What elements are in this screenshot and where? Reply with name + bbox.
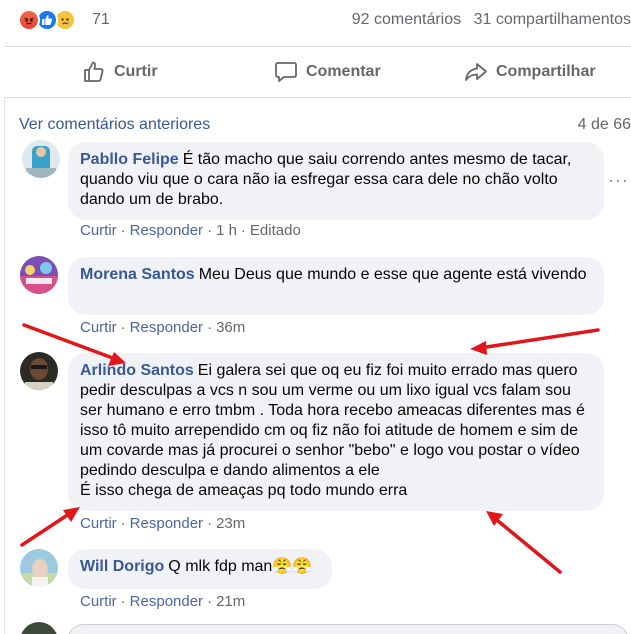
thumbs-up-icon: [84, 61, 104, 82]
comment-like-link[interactable]: Curtir: [80, 515, 117, 532]
separator: ·: [207, 222, 213, 239]
comment-meta: Curtir · Responder · 21m: [80, 593, 245, 610]
comment-like-link[interactable]: Curtir: [80, 319, 117, 336]
comment-reply-link[interactable]: Responder: [130, 515, 203, 532]
comment-like-link[interactable]: Curtir: [80, 222, 117, 239]
avatar[interactable]: [22, 140, 60, 178]
avatar[interactable]: [20, 256, 58, 294]
comment-text-continued: É isso chega de ameaças pq todo mundo er…: [80, 482, 408, 499]
comment-meta: Curtir · Responder · 23m: [80, 515, 245, 532]
current-user-avatar[interactable]: [20, 622, 58, 634]
comment-bubble: Pabllo Felipe É tão macho que saiu corren…: [68, 142, 604, 220]
more-options-icon[interactable]: ···: [608, 170, 629, 191]
red-arrow-icon: [20, 507, 80, 547]
comment-time[interactable]: 1 h: [216, 222, 237, 239]
comment-edited-label[interactable]: Editado: [250, 222, 301, 239]
comment-author[interactable]: Arlindo Santos: [80, 362, 194, 379]
comment-time[interactable]: 23m: [216, 515, 245, 532]
comment-button-label: Comentar: [306, 63, 381, 80]
comment-reply-link[interactable]: Responder: [130, 593, 203, 610]
comment-reply-link[interactable]: Responder: [130, 222, 203, 239]
panel-border: [4, 98, 5, 634]
comment-author[interactable]: Pabllo Felipe: [80, 151, 179, 168]
comment-time[interactable]: 36m: [216, 319, 245, 336]
separator: ·: [207, 319, 213, 336]
separator: ·: [240, 222, 246, 239]
comment-text: Q mlk fdp man😤😤: [168, 558, 313, 575]
comments-page-count: 4 de 66: [577, 116, 631, 133]
shares-count-link[interactable]: 31 compartilhamentos: [474, 11, 631, 28]
comment-bubble: Morena Santos Meu Deus que mundo e esse q…: [68, 257, 604, 315]
avatar[interactable]: [20, 549, 58, 587]
share-arrow-icon: [465, 63, 487, 81]
comment-author[interactable]: Will Dorigo: [80, 558, 164, 575]
separator: ·: [120, 319, 126, 336]
red-arrow-icon: [470, 328, 600, 355]
separator: ·: [120, 222, 126, 239]
comment-author[interactable]: Morena Santos: [80, 266, 195, 283]
comment-bubble: Arlindo Santos Ei galera sei que oq eu fi…: [68, 353, 604, 511]
reactions-bar: 71 92 comentários 31 compartilhamentos: [0, 0, 631, 44]
separator: ·: [120, 593, 126, 610]
share-button-label: Compartilhar: [496, 63, 596, 80]
comment-meta: Curtir · Responder · 1 h · Editado: [80, 222, 301, 239]
comments-count-link[interactable]: 92 comentários: [352, 11, 461, 28]
comment-meta: Curtir · Responder · 36m: [80, 319, 245, 336]
comment-time[interactable]: 21m: [216, 593, 245, 610]
reaction-count[interactable]: 71: [92, 11, 110, 29]
reaction-icons[interactable]: [18, 9, 76, 31]
comment-like-link[interactable]: Curtir: [80, 593, 117, 610]
like-button-label: Curtir: [114, 63, 158, 80]
comment-composer-input[interactable]: [68, 624, 628, 634]
angry-icon: [18, 9, 40, 31]
comment-reply-link[interactable]: Responder: [130, 319, 203, 336]
separator: ·: [207, 593, 213, 610]
comment-text: Ei galera sei que oq eu fiz foi muito er…: [80, 362, 585, 479]
red-arrow-icon: [486, 511, 562, 574]
action-bar: Curtir Comentar Compartilhar: [4, 46, 631, 98]
comment-bubble: Will Dorigo Q mlk fdp man😤😤: [68, 549, 332, 589]
view-previous-comments-link[interactable]: Ver comentários anteriores: [19, 116, 210, 134]
speech-bubble-icon: [275, 62, 297, 82]
post-stats: 92 comentários 31 compartilhamentos: [344, 11, 631, 29]
share-button[interactable]: Compartilhar: [464, 47, 596, 97]
separator: ·: [207, 515, 213, 532]
separator: ·: [120, 515, 126, 532]
comment-button[interactable]: Comentar: [274, 47, 381, 97]
comment-text: Meu Deus que mundo e esse que agente est…: [198, 266, 587, 283]
avatar[interactable]: [20, 352, 58, 390]
like-button[interactable]: Curtir: [82, 47, 158, 97]
